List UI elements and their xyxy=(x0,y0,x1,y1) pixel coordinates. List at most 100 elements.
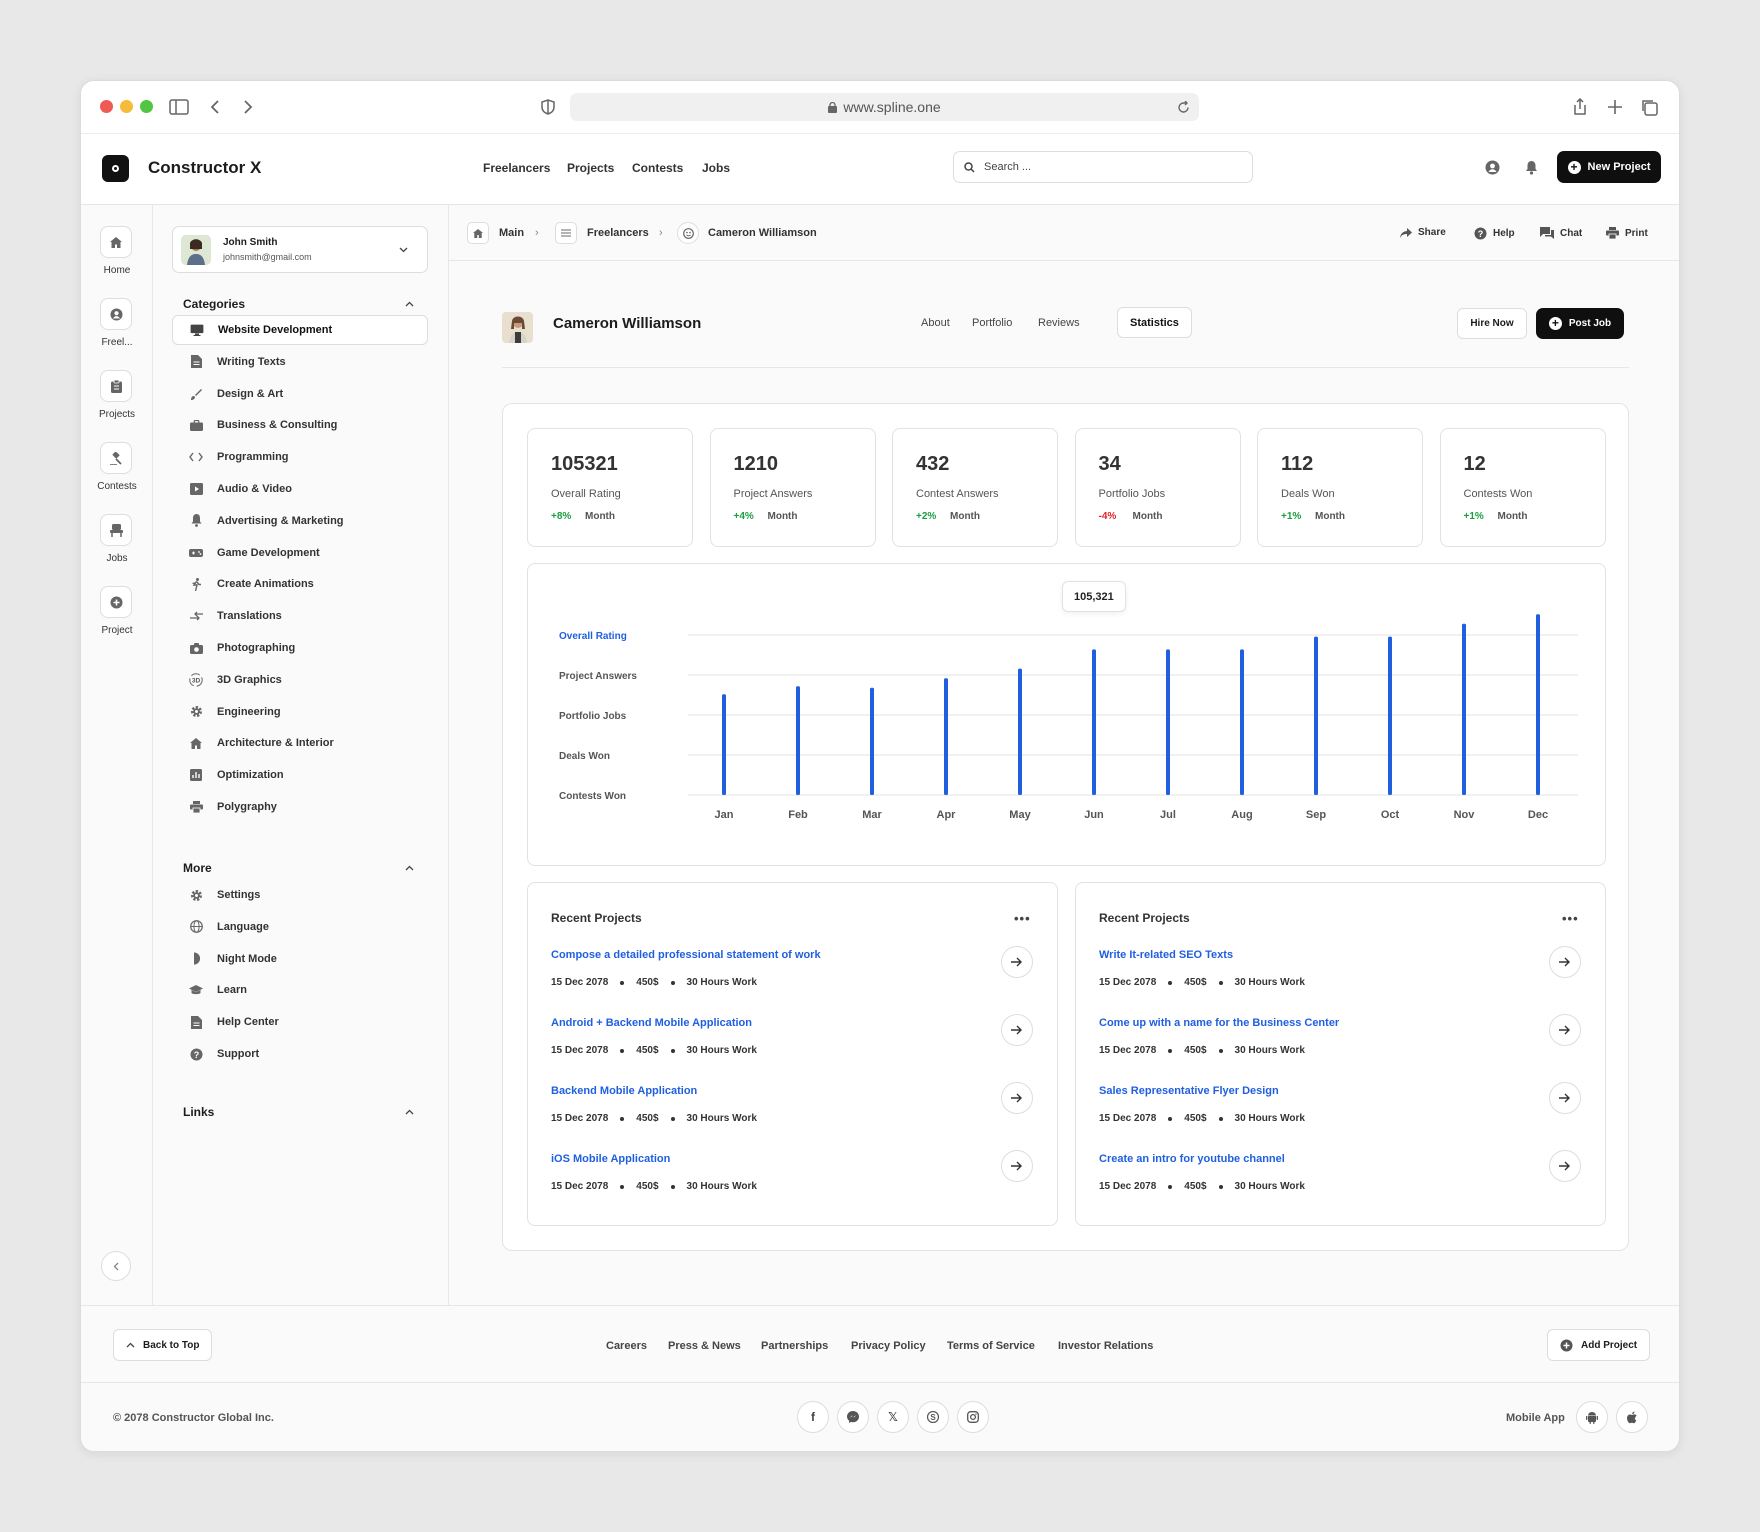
rail-projects-label[interactable]: Projects xyxy=(81,409,153,420)
project-title-link[interactable]: Compose a detailed professional statemen… xyxy=(551,949,821,961)
more-options-icon[interactable]: ••• xyxy=(1562,911,1579,926)
apple-icon[interactable] xyxy=(1616,1401,1648,1433)
sidebar-item-website-development[interactable]: Website Development xyxy=(172,315,428,345)
messenger-icon[interactable] xyxy=(837,1401,869,1433)
rail-freelancers-button[interactable] xyxy=(100,298,132,330)
sidebar-item-settings[interactable]: Settings xyxy=(172,880,428,910)
sidebar-item-translations[interactable]: Translations xyxy=(172,601,428,631)
rail-contests-button[interactable] xyxy=(100,442,132,474)
brand-name[interactable]: Constructor X xyxy=(148,158,261,178)
chat-action[interactable]: Chat xyxy=(1540,227,1582,239)
bar-aug[interactable] xyxy=(1240,649,1244,795)
arrow-right-icon[interactable] xyxy=(1001,1014,1033,1046)
facebook-icon[interactable]: f xyxy=(797,1401,829,1433)
more-heading[interactable]: More xyxy=(183,861,212,875)
stat-card-portfolio-jobs[interactable]: 34 Portfolio Jobs -4% Month xyxy=(1074,428,1241,547)
print-action[interactable]: Print xyxy=(1606,227,1648,239)
more-options-icon[interactable]: ••• xyxy=(1014,911,1031,926)
bar-nov[interactable] xyxy=(1462,623,1466,795)
stat-card-deals-won[interactable]: 112 Deals Won +1% Month xyxy=(1257,428,1423,547)
project-title-link[interactable]: Android + Backend Mobile Application xyxy=(551,1017,752,1029)
user-switcher[interactable]: John Smith johnsmith@gmail.com xyxy=(172,226,428,273)
back-to-top-button[interactable]: Back to Top xyxy=(113,1329,213,1361)
arrow-right-icon[interactable] xyxy=(1001,1082,1033,1114)
project-title-link[interactable]: iOS Mobile Application xyxy=(551,1153,670,1165)
project-title-link[interactable]: Backend Mobile Application xyxy=(551,1085,697,1097)
sidebar-item-design-and-art[interactable]: Design & Art xyxy=(172,379,428,409)
nav-jobs[interactable]: Jobs xyxy=(702,161,730,175)
collapse-sidebar-button[interactable] xyxy=(101,1251,131,1281)
search-input[interactable]: Search ... xyxy=(953,151,1253,183)
chevron-up-icon[interactable] xyxy=(405,1109,414,1115)
sidebar-item-3d-graphics[interactable]: 3D 3D Graphics xyxy=(172,665,428,695)
share-action[interactable]: Share xyxy=(1400,227,1446,238)
project-title-link[interactable]: Create an intro for youtube channel xyxy=(1099,1153,1285,1165)
footer-link-partnerships[interactable]: Partnerships xyxy=(761,1340,828,1352)
links-heading[interactable]: Links xyxy=(183,1105,214,1119)
sidebar-item-night-mode[interactable]: Night Mode xyxy=(172,944,428,974)
arrow-right-icon[interactable] xyxy=(1001,946,1033,978)
sidebar-item-optimization[interactable]: Optimization xyxy=(172,760,428,790)
sidebar-item-help-center[interactable]: Help Center xyxy=(172,1007,428,1037)
y-axis-label[interactable]: Deals Won xyxy=(559,751,610,762)
forward-icon[interactable] xyxy=(236,95,260,119)
stat-card-contest-answers[interactable]: 432 Contest Answers +2% Month xyxy=(892,428,1058,547)
sidebar-toggle-icon[interactable] xyxy=(167,95,191,119)
sidebar-item-language[interactable]: Language xyxy=(172,912,428,942)
categories-heading[interactable]: Categories xyxy=(183,297,245,311)
stat-card-contests-won[interactable]: 12 Contests Won +1% Month xyxy=(1439,428,1606,547)
bar-may[interactable] xyxy=(1018,668,1022,795)
y-axis-label[interactable]: Project Answers xyxy=(559,671,637,682)
arrow-right-icon[interactable] xyxy=(1549,1082,1581,1114)
account-icon[interactable] xyxy=(1485,160,1500,180)
brand-logo[interactable] xyxy=(102,155,129,182)
sidebar-item-writing-texts[interactable]: Writing Texts xyxy=(172,347,428,377)
rail-home-label[interactable]: Home xyxy=(81,265,153,276)
nav-projects[interactable]: Projects xyxy=(567,161,614,175)
y-axis-label[interactable]: Overall Rating xyxy=(559,631,627,642)
sidebar-item-support[interactable]: ? Support xyxy=(172,1039,428,1069)
stat-card-project-answers[interactable]: 1210 Project Answers +4% Month xyxy=(709,428,876,547)
tab-about[interactable]: About xyxy=(921,317,950,329)
arrow-right-icon[interactable] xyxy=(1549,1014,1581,1046)
bar-oct[interactable] xyxy=(1388,636,1392,795)
bar-jan[interactable] xyxy=(722,694,726,795)
stat-card-overall-rating[interactable]: 105321 Overall Rating +8% Month xyxy=(527,428,693,547)
sidebar-item-programming[interactable]: Programming xyxy=(172,442,428,472)
home-icon[interactable] xyxy=(467,222,489,244)
post-job-button[interactable]: + Post Job xyxy=(1536,308,1624,339)
rail-freelancers-label[interactable]: Freel... xyxy=(81,337,153,348)
chevron-up-icon[interactable] xyxy=(405,865,414,871)
back-icon[interactable] xyxy=(203,95,227,119)
address-bar[interactable]: www.spline.one xyxy=(570,93,1199,121)
bar-jun[interactable] xyxy=(1092,649,1096,795)
x-icon[interactable]: 𝕏 xyxy=(877,1401,909,1433)
bar-apr[interactable] xyxy=(944,678,948,795)
chevron-up-icon[interactable] xyxy=(405,301,414,307)
sidebar-item-polygraphy[interactable]: Polygraphy xyxy=(172,792,428,822)
tabs-overview-icon[interactable] xyxy=(1637,95,1661,119)
sidebar-item-create-animations[interactable]: Create Animations xyxy=(172,569,428,599)
sidebar-item-engineering[interactable]: Engineering xyxy=(172,697,428,727)
sidebar-item-architecture-and-interior[interactable]: Architecture & Interior xyxy=(172,728,428,758)
sidebar-item-audio-and-video[interactable]: Audio & Video xyxy=(172,474,428,504)
skype-icon[interactable]: S xyxy=(917,1401,949,1433)
list-icon[interactable] xyxy=(555,222,577,244)
bar-sep[interactable] xyxy=(1314,636,1318,795)
rail-project-label[interactable]: Project xyxy=(81,625,153,636)
android-icon[interactable] xyxy=(1576,1401,1608,1433)
footer-link-careers[interactable]: Careers xyxy=(606,1340,647,1352)
instagram-icon[interactable] xyxy=(957,1401,989,1433)
close-window-button[interactable] xyxy=(100,100,113,113)
sidebar-item-advertising-and-marketing[interactable]: Advertising & Marketing xyxy=(172,506,428,536)
breadcrumb-freelancers[interactable]: Freelancers xyxy=(587,227,649,239)
bar-feb[interactable] xyxy=(796,686,800,795)
footer-link-privacy[interactable]: Privacy Policy xyxy=(851,1340,926,1352)
help-action[interactable]: ? Help xyxy=(1474,227,1515,240)
tab-reviews[interactable]: Reviews xyxy=(1038,317,1080,329)
tab-portfolio[interactable]: Portfolio xyxy=(972,317,1012,329)
nav-contests[interactable]: Contests xyxy=(632,161,683,175)
rail-contests-label[interactable]: Contests xyxy=(81,481,153,492)
project-title-link[interactable]: Come up with a name for the Business Cen… xyxy=(1099,1017,1339,1029)
sidebar-item-photographing[interactable]: Photographing xyxy=(172,633,428,663)
